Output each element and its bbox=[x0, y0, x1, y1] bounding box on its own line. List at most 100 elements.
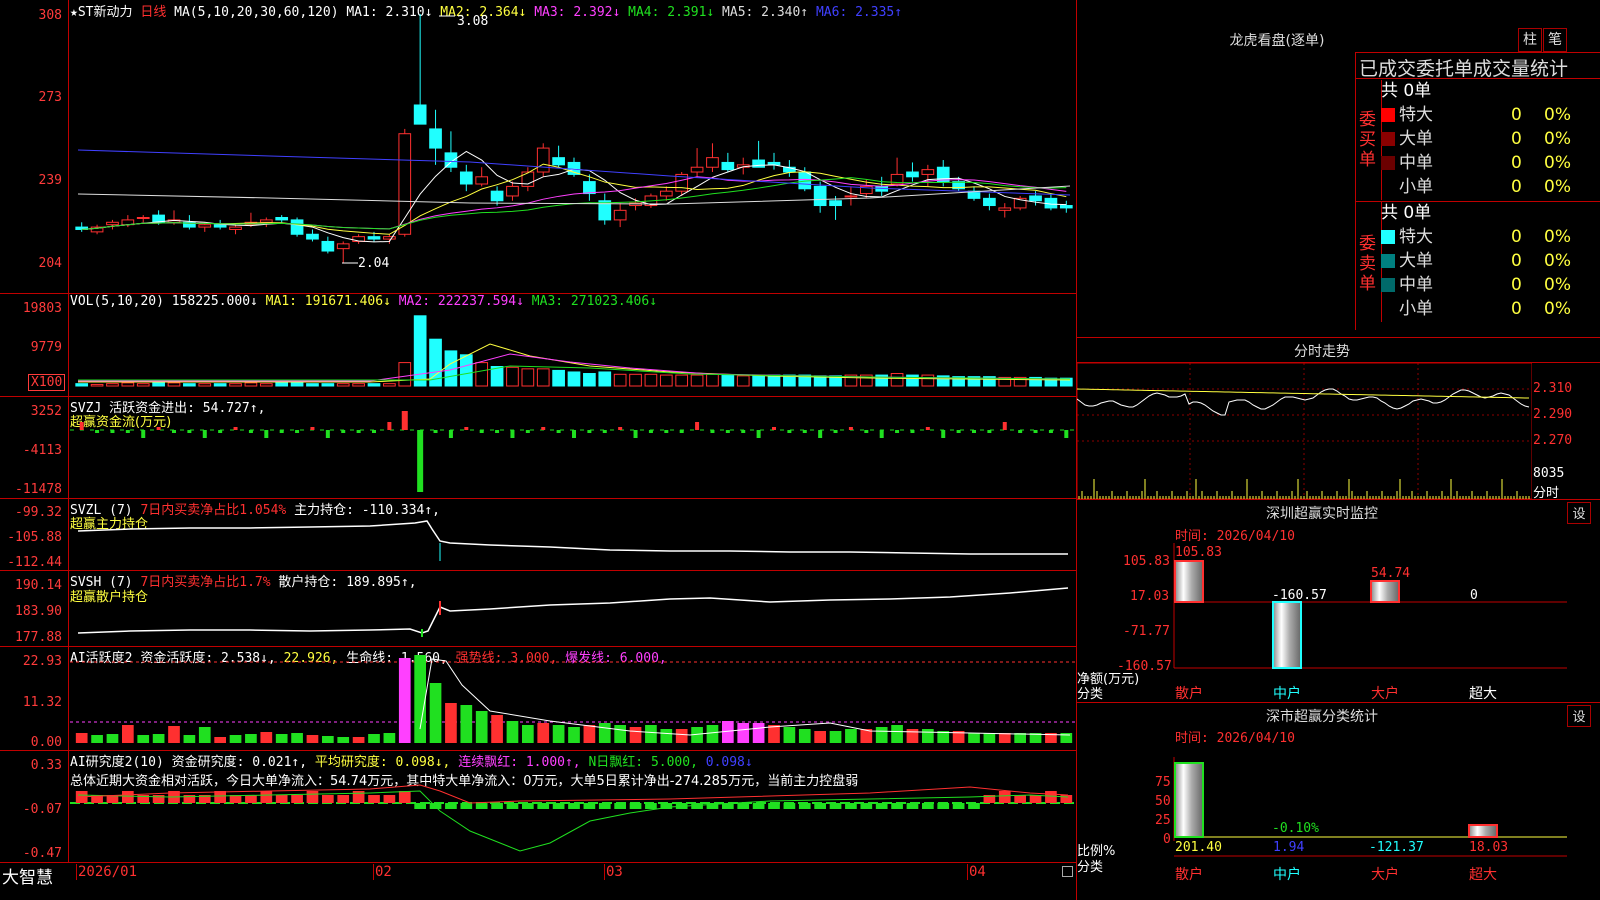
stat-bar bbox=[1174, 560, 1204, 603]
x-axis-label: 2026/01 bbox=[78, 864, 138, 880]
svsh-chart[interactable] bbox=[70, 571, 1076, 646]
brand-label[interactable]: 大智慧 bbox=[2, 863, 53, 888]
tick-mode-button[interactable]: 笔 bbox=[1543, 28, 1567, 52]
activity-bar bbox=[660, 729, 673, 743]
main-chart-area[interactable]: ★ST新动力 日线 MA(5,10,20,30,60,120) MA1: 2.3… bbox=[0, 0, 1077, 900]
activity-bar bbox=[598, 723, 611, 743]
volume-chart[interactable] bbox=[70, 294, 1076, 396]
x-tick bbox=[604, 864, 605, 880]
flow-bar bbox=[864, 430, 869, 433]
volume-bar bbox=[890, 373, 904, 387]
activity-bar bbox=[352, 737, 365, 743]
flow-bar bbox=[1018, 430, 1023, 433]
volume-bar bbox=[336, 383, 350, 387]
order-qty: 0 bbox=[1511, 275, 1522, 295]
svzl-tick: -112.44 bbox=[7, 555, 62, 570]
activity-bar bbox=[845, 729, 857, 743]
activity-bar bbox=[275, 734, 288, 743]
ai-active-chart[interactable] bbox=[70, 647, 1076, 750]
activity-bar bbox=[198, 727, 211, 743]
activity-bar bbox=[245, 734, 257, 743]
class-cat: 散户 bbox=[1175, 867, 1203, 883]
vol-unit: X100 bbox=[28, 374, 66, 391]
research-bar bbox=[752, 803, 765, 809]
research-bar bbox=[783, 803, 796, 809]
order-type: 小单 bbox=[1399, 177, 1433, 197]
volume-bar bbox=[167, 382, 181, 387]
activity-bar bbox=[183, 735, 196, 743]
activity-bar bbox=[706, 725, 719, 743]
monitor-y: 105.83 bbox=[1123, 554, 1170, 569]
candlestick-chart[interactable] bbox=[70, 0, 1076, 293]
intraday-tick: 2.270 bbox=[1533, 433, 1573, 448]
intraday-chart[interactable] bbox=[1077, 363, 1532, 499]
candle-body bbox=[1059, 205, 1073, 209]
price-tick: 308 bbox=[38, 8, 62, 23]
flow-bar bbox=[248, 430, 253, 433]
svzj-tick: 3252 bbox=[30, 404, 62, 419]
svzl-chart[interactable] bbox=[70, 499, 1076, 570]
candle-body bbox=[583, 181, 596, 195]
activity-bar bbox=[152, 734, 165, 743]
lock-icon[interactable] bbox=[1062, 866, 1073, 877]
flow-bar bbox=[879, 430, 884, 438]
research-bar bbox=[875, 803, 888, 809]
svzj-chart[interactable] bbox=[70, 397, 1076, 498]
activity-bar bbox=[768, 725, 780, 743]
candle-body bbox=[259, 219, 273, 223]
volume-bar bbox=[629, 373, 642, 387]
flow-bar bbox=[1033, 430, 1038, 433]
class-class-label: 分类 bbox=[1077, 860, 1104, 875]
ai-research-chart[interactable] bbox=[70, 751, 1076, 862]
research-bar bbox=[275, 795, 288, 803]
activity-bar bbox=[414, 655, 426, 743]
flow-bar bbox=[525, 430, 530, 433]
order-row: 特大 0 0% bbox=[1381, 103, 1600, 127]
candle-body bbox=[829, 200, 842, 207]
activity-bar bbox=[137, 735, 150, 743]
high-label: 3.08 bbox=[457, 14, 489, 29]
volume-bar bbox=[613, 373, 627, 387]
activity-bar bbox=[106, 734, 119, 743]
legend-swatch bbox=[1381, 180, 1395, 194]
research-bar bbox=[245, 795, 257, 803]
flow-bar bbox=[110, 430, 115, 433]
buy-rows: 特大 0 0% 大单 0 0% 中单 0 0% 小单 0 0% bbox=[1381, 103, 1600, 199]
order-qty: 0 bbox=[1511, 129, 1522, 149]
candle-body bbox=[844, 195, 858, 198]
candle-body bbox=[659, 190, 673, 197]
x-axis-label: 03 bbox=[606, 864, 623, 880]
activity-bar bbox=[552, 725, 565, 743]
flow-bar bbox=[956, 430, 961, 433]
class-y: 50 bbox=[1155, 794, 1171, 809]
svzj-tick: -4113 bbox=[22, 443, 62, 458]
flow-bar bbox=[125, 430, 130, 433]
candle-body bbox=[413, 104, 427, 125]
flow-bar bbox=[679, 430, 684, 433]
legend-swatch bbox=[1381, 156, 1395, 170]
volume-bar bbox=[721, 374, 735, 387]
class-settings-button[interactable]: 设 bbox=[1567, 705, 1591, 727]
research-bar bbox=[291, 795, 303, 803]
volume-bar bbox=[275, 382, 289, 387]
activity-bar bbox=[229, 735, 242, 743]
monitor-settings-button[interactable]: 设 bbox=[1567, 502, 1591, 524]
activity-bar bbox=[798, 729, 811, 743]
vol-tick: 19803 bbox=[22, 301, 62, 316]
flow-bar bbox=[1048, 430, 1053, 433]
legend-swatch bbox=[1381, 278, 1395, 292]
divider bbox=[1077, 499, 1600, 500]
ai-active-tick: 0.00 bbox=[30, 735, 62, 750]
flow-bar bbox=[633, 430, 638, 438]
research-bar bbox=[860, 803, 873, 809]
volume-bar bbox=[567, 371, 581, 387]
flow-bar bbox=[618, 427, 623, 430]
bar-mode-button[interactable]: 柱 bbox=[1518, 28, 1542, 52]
price-tick: 239 bbox=[38, 173, 62, 188]
monitor-title: 深圳超赢实时监控 bbox=[1266, 506, 1378, 522]
volume-bar bbox=[244, 382, 258, 387]
research-bar bbox=[1014, 795, 1026, 803]
flow-bar bbox=[464, 427, 469, 430]
y-axis-line bbox=[68, 0, 69, 862]
research-bar bbox=[845, 803, 857, 809]
